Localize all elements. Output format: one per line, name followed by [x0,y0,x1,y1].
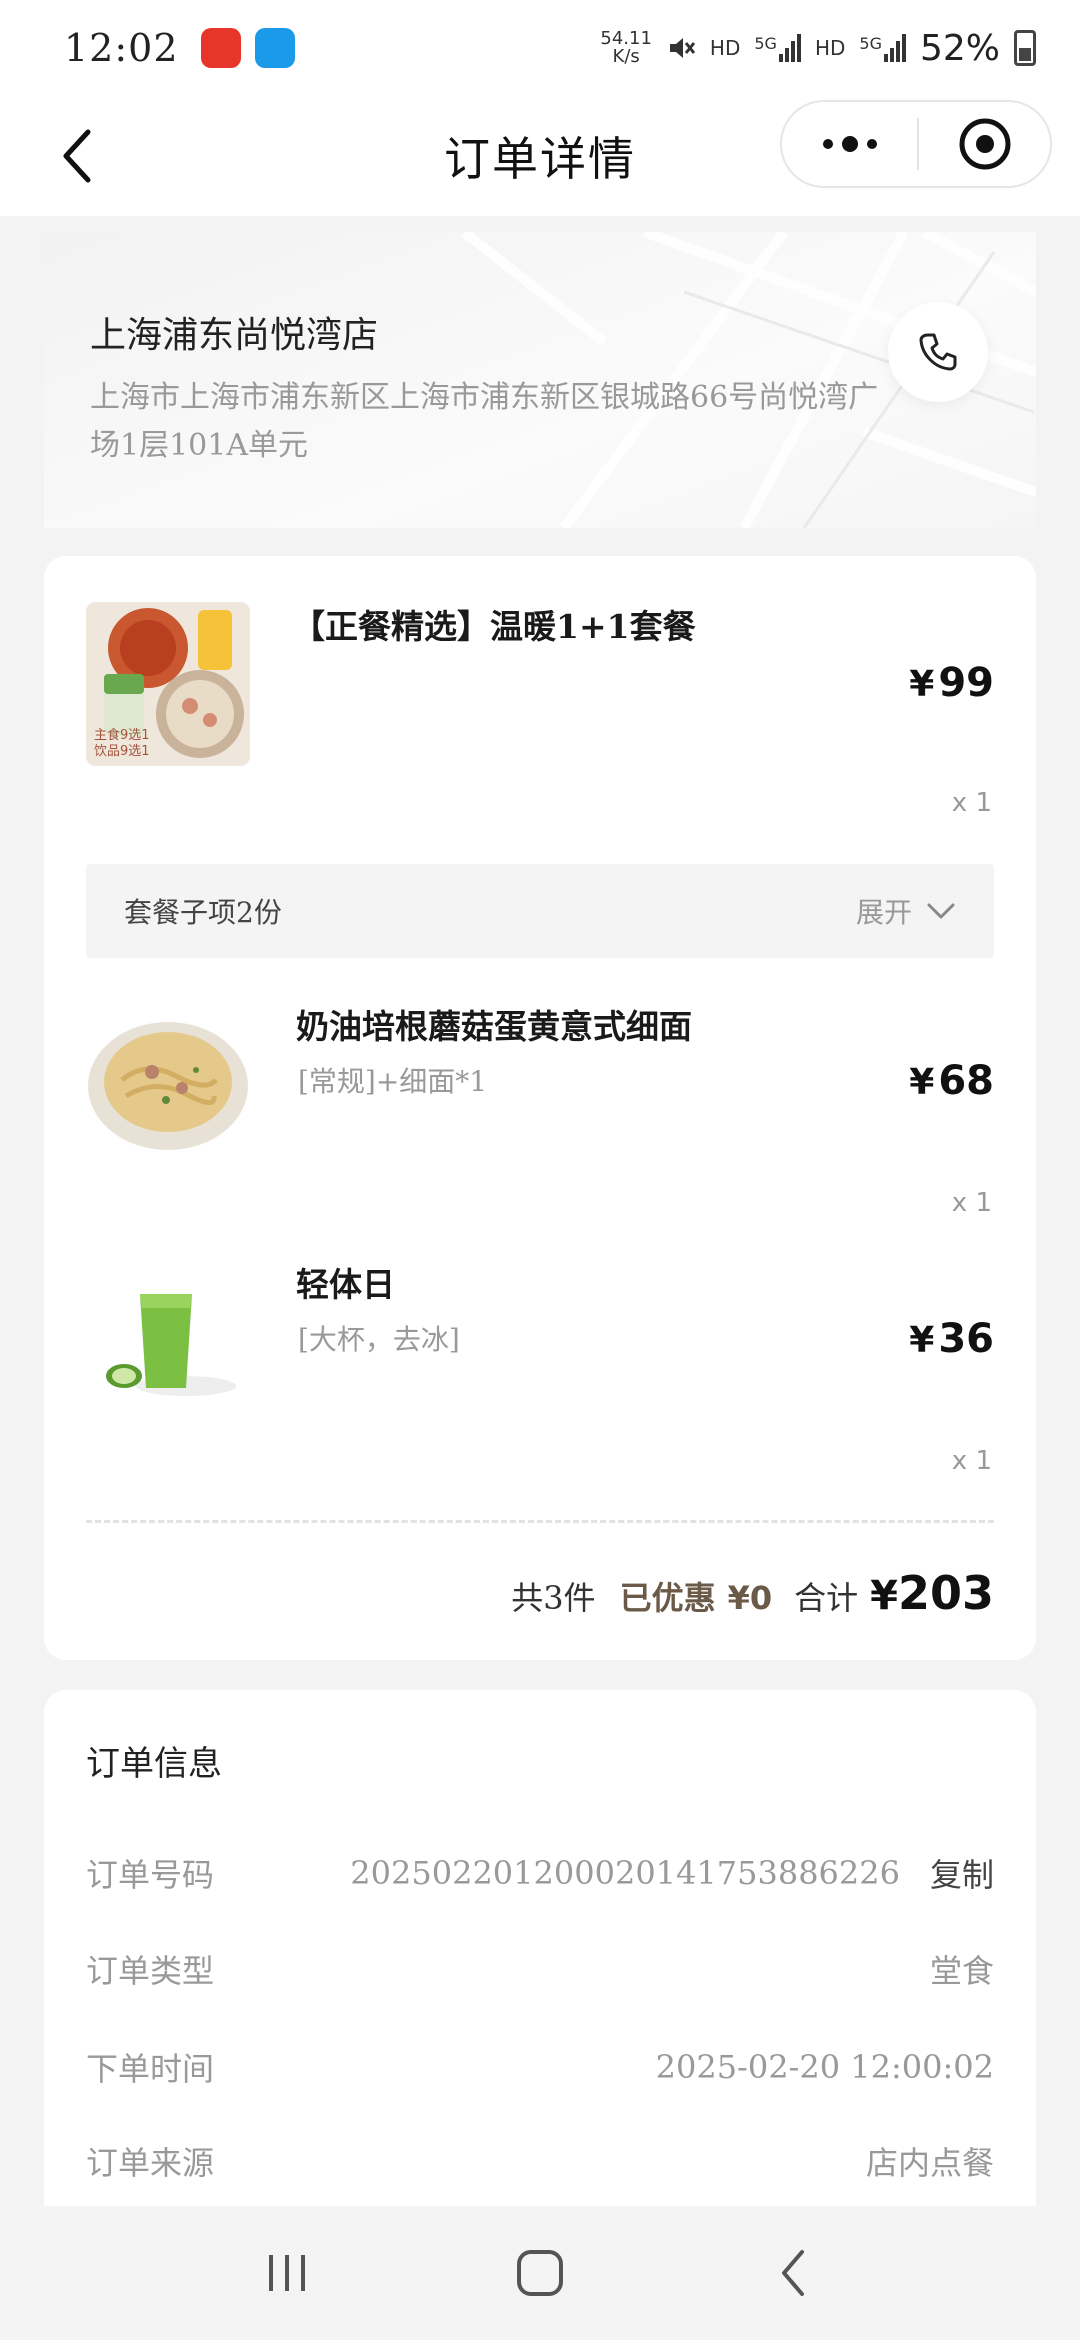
currency-symbol: ¥ [909,664,935,705]
order-items-card: 主食9选1 饮品9选1 【正餐精选】温暖1+1套餐 ¥99 x 1 套餐子项2份… [44,556,1036,1660]
subitem-quantity: x 1 [951,1446,992,1476]
nav-bar: 订单详情 [0,96,1080,216]
combo-price: ¥99 [909,660,994,706]
order-source: 店内点餐 [865,2144,994,2182]
order-time: 2025-02-20 12:00:02 [655,2048,994,2086]
currency-symbol: ¥ [909,1062,935,1103]
subitem-spec: [常规]+细面*1 [298,1065,488,1098]
total-label: 合计 [794,1579,859,1617]
subitem-thumbnail [86,1000,250,1164]
order-number-row: 订单号码 202502201200020141753886226 复制 [86,1848,994,1898]
order-summary: 共3件 已优惠 ¥0 合计 ¥203 [511,1566,994,1620]
battery-icon [1014,30,1036,66]
subitem-name: 奶油培根蘑菇蛋黄意式细面 [296,1007,692,1046]
call-store-button[interactable] [888,302,988,402]
system-back-button[interactable] [748,2228,838,2318]
more-button[interactable] [782,102,917,186]
order-type-row: 订单类型 堂食 [86,1944,994,1994]
info-label: 订单类型 [86,1952,215,1990]
network-speed: 54.11 K/s [600,30,652,66]
store-name: 上海浦东尚悦湾店 [90,315,379,356]
store-card: 上海浦东尚悦湾店 上海市上海市浦东新区上海市浦东新区银城路66号尚悦湾广场1层1… [44,232,1036,528]
discount-label: 已优惠 [619,1579,716,1617]
page-title: 订单详情 [444,132,636,186]
item-count: 共3件 [511,1579,596,1617]
combo-subitems-label: 套餐子项2份 [124,896,282,929]
copy-button[interactable]: 复制 [930,1850,994,1896]
chevron-down-icon [927,903,955,919]
store-address: 上海市上海市浦东新区上海市浦东新区银城路66号尚悦湾广场1层101A单元 [90,380,879,463]
combo-thumbnail: 主食9选1 饮品9选1 [86,602,250,766]
order-type: 堂食 [929,1952,994,1990]
combo-name: 【正餐精选】温暖1+1套餐 [292,607,696,646]
expand-toggle[interactable]: 展开 [856,891,956,931]
thumb-caption: 主食9选1 饮品9选1 [94,728,150,760]
combo-subitems-toggle[interactable]: 套餐子项2份 展开 [86,864,994,958]
system-navigation-bar [0,2206,1080,2340]
home-button[interactable] [495,2228,585,2318]
signal-5g-icon: 5G [859,34,906,62]
thumb-caption-line: 饮品9选1 [94,744,150,759]
target-close-icon [959,118,1010,170]
green-juice-image [86,1258,250,1422]
subitem-spec: [大杯，去冰] [298,1323,460,1356]
status-time: 12:02 [64,26,179,70]
notification-app-icon [254,28,295,68]
signal-bars-icon [883,34,906,62]
close-miniprogram-button[interactable] [919,102,1050,186]
more-dots-icon [822,136,877,152]
total-amount: ¥203 [870,1566,994,1620]
signal-label: 5G [859,34,882,53]
chevron-left-icon [63,129,91,183]
order-time-row: 下单时间 2025-02-20 12:00:02 [86,2042,994,2092]
subitem-price: ¥68 [909,1058,994,1104]
status-indicators: 54.11 K/s HD 5G HD 5G 52% [600,28,1036,69]
order-info-title: 订单信息 [86,1744,222,1784]
hd-label: HD [709,36,741,60]
currency-symbol: ¥ [870,1573,898,1619]
info-label: 订单来源 [86,2144,215,2182]
notification-app-icon [200,28,241,68]
back-button[interactable] [40,118,116,194]
thumb-caption-line: 主食9选1 [94,728,150,743]
recent-apps-button[interactable] [242,2228,332,2318]
subitem-price: ¥36 [909,1316,994,1362]
total-value: 203 [897,1566,994,1620]
battery-percent: 52% [919,27,1000,69]
price-value: 99 [938,660,994,706]
home-icon [516,2250,563,2296]
status-bar: 12:02 54.11 K/s HD 5G HD 5G 52% [0,0,1080,96]
mute-icon [669,38,696,58]
miniprogram-capsule [780,100,1052,188]
back-arrow-icon [782,2250,805,2296]
signal-5g-icon: 5G [754,34,801,62]
phone-icon [919,333,957,371]
order-info-card: 订单信息 订单号码 202502201200020141753886226 复制… [44,1690,1036,2250]
hd-label: HD [814,36,846,60]
currency-symbol: ¥ [909,1320,935,1361]
recent-apps-icon [268,2255,305,2291]
divider [86,1520,994,1523]
signal-label: 5G [754,34,777,53]
expand-label: 展开 [855,896,912,929]
price-value: 68 [938,1058,994,1104]
network-speed-unit: K/s [612,46,640,67]
order-source-row: 订单来源 店内点餐 [86,2136,994,2186]
price-value: 36 [938,1316,994,1362]
subitem-quantity: x 1 [951,1188,992,1218]
info-label: 订单号码 [86,1856,215,1894]
pasta-image [86,1000,250,1164]
subitem-thumbnail [86,1258,250,1422]
subitem-name: 轻体日 [296,1265,395,1304]
signal-bars-icon [778,34,801,62]
info-label: 下单时间 [86,2050,215,2088]
combo-quantity: x 1 [951,788,992,818]
discount-value: ¥0 [727,1579,773,1617]
order-number: 202502201200020141753886226 [350,1854,900,1892]
